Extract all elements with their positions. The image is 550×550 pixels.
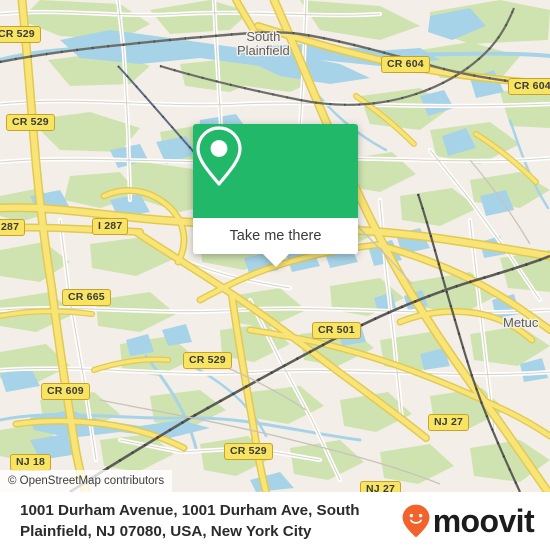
road-shield-cr-604-a: CR 604 [381, 56, 430, 73]
road-shield-cr-604-b: CR 604 [508, 78, 550, 95]
road-shield-cr-529-c: CR 529 [183, 352, 232, 369]
attribution-text: © OpenStreetMap contributors [8, 475, 165, 487]
road-shield-cr-529-a: CR 529 [0, 26, 41, 43]
moovit-logo[interactable]: moovit [401, 503, 550, 539]
road-shield-cr-529-b: CR 529 [6, 114, 55, 131]
address-footer-bar: 1001 Durham Avenue, 1001 Durham Ave, Sou… [0, 492, 550, 550]
road-shield-cr-501: CR 501 [312, 322, 361, 339]
take-me-there-button[interactable]: Take me there [193, 218, 358, 254]
map-pin-icon [196, 126, 242, 186]
map-canvas[interactable]: South Plainfield Metuc CR 529 CR 529 CR … [0, 0, 550, 492]
take-me-there-label: Take me there [229, 228, 322, 244]
road-shield-cr-609: CR 609 [41, 383, 90, 400]
location-popup-card[interactable]: Take me there [193, 124, 358, 267]
moovit-wordmark: moovit [432, 503, 535, 539]
address-text: 1001 Durham Avenue, 1001 Durham Ave, Sou… [20, 502, 360, 540]
road-shield-i-287-a: 287 [0, 219, 26, 236]
map-screenshot: South Plainfield Metuc CR 529 CR 529 CR … [0, 0, 550, 550]
city-label-metuchen: Metuc [503, 315, 539, 330]
road-shield-nj-27-a: NJ 27 [428, 414, 470, 431]
road-shield-cr-529-d: CR 529 [224, 443, 273, 460]
map-attribution[interactable]: © OpenStreetMap contributors [0, 470, 173, 492]
road-shield-nj-27-b: NJ 27 [360, 481, 402, 492]
road-shield-cr-665: CR 665 [62, 289, 111, 306]
moovit-smiling-pin-icon [402, 504, 430, 538]
road-shield-nj-18: NJ 18 [10, 454, 52, 471]
popup-card-tail [262, 254, 289, 267]
road-shield-i-287-b: I 287 [92, 218, 129, 235]
popup-card-header [193, 124, 358, 218]
city-label-south-plainfield: South Plainfield [237, 29, 290, 58]
